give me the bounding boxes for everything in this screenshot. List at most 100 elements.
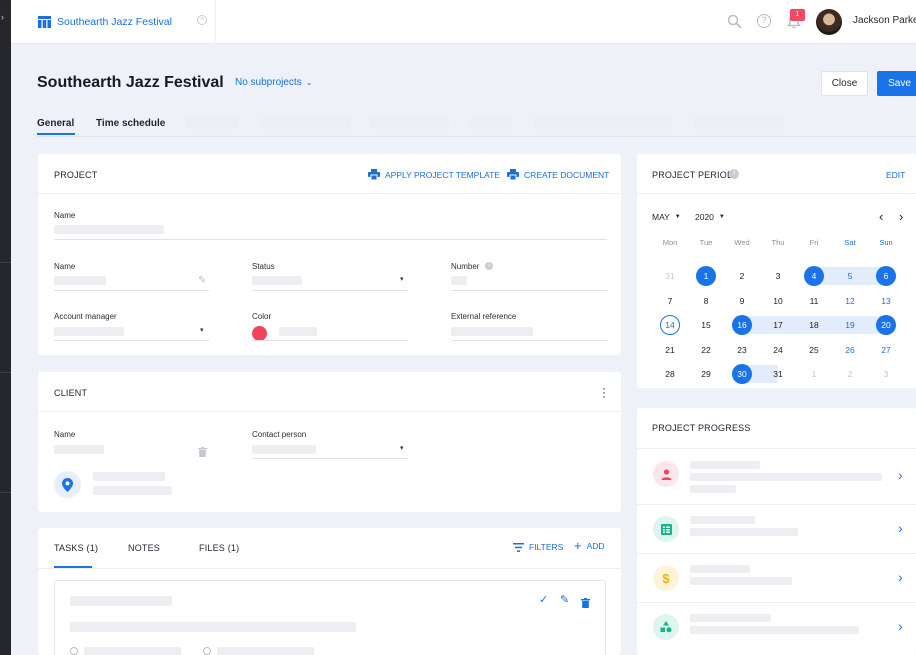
- calendar-day[interactable]: 3: [876, 364, 896, 384]
- progress-row[interactable]: ›: [637, 449, 916, 504]
- calendar-day[interactable]: 12: [840, 291, 860, 311]
- color-swatch[interactable]: [252, 326, 267, 341]
- tab-files[interactable]: FILES (1): [199, 543, 239, 553]
- tab-placeholder[interactable]: [534, 118, 672, 129]
- calendar-day[interactable]: 24: [768, 340, 788, 360]
- number-input[interactable]: [451, 276, 467, 285]
- calendar-day[interactable]: 2: [840, 364, 860, 384]
- caret-down-icon[interactable]: ▾: [200, 326, 204, 334]
- close-button[interactable]: Close: [821, 71, 868, 96]
- info-icon[interactable]: i: [729, 169, 739, 179]
- calendar-day[interactable]: 25: [804, 340, 824, 360]
- tab-notes[interactable]: NOTES: [128, 543, 160, 553]
- calendar-day[interactable]: 1: [696, 266, 716, 286]
- divider: [637, 193, 916, 194]
- external-reference-input[interactable]: [451, 327, 533, 336]
- app-title[interactable]: Southearth Jazz Festival: [57, 16, 172, 28]
- pencil-icon[interactable]: ✎: [560, 593, 569, 606]
- calendar-day[interactable]: 7: [660, 291, 680, 311]
- close-project-icon[interactable]: ×: [197, 15, 207, 25]
- calendar-day[interactable]: 11: [804, 291, 824, 311]
- calendar-day[interactable]: 22: [696, 340, 716, 360]
- chevron-right-icon[interactable]: ›: [898, 569, 903, 585]
- calendar-day[interactable]: 21: [660, 340, 680, 360]
- progress-row[interactable]: $ ›: [637, 554, 916, 602]
- calendar-day[interactable]: 5: [840, 266, 860, 286]
- caret-down-icon[interactable]: ▾: [400, 444, 404, 452]
- calendar-day[interactable]: 9: [732, 291, 752, 311]
- task-item[interactable]: ✓ ✎: [54, 580, 606, 655]
- name2-input[interactable]: [54, 276, 106, 285]
- chevron-right-icon[interactable]: ›: [1, 12, 4, 22]
- calendar-day[interactable]: 19: [840, 315, 860, 335]
- tab-time-schedule[interactable]: Time schedule: [96, 118, 165, 129]
- chevron-right-icon[interactable]: ›: [899, 209, 903, 224]
- month-label: MAY: [652, 212, 670, 222]
- calendar-day[interactable]: 1: [804, 364, 824, 384]
- chevron-right-icon[interactable]: ›: [898, 520, 903, 536]
- user-name[interactable]: Jackson Parke: [853, 15, 916, 26]
- calendar-day[interactable]: 15: [696, 315, 716, 335]
- calendar-day[interactable]: 17: [768, 315, 788, 335]
- edit-button[interactable]: EDIT: [886, 170, 905, 180]
- month-select[interactable]: MAY ▼: [652, 212, 681, 222]
- progress-row[interactable]: ›: [637, 603, 916, 655]
- save-button[interactable]: Save: [877, 71, 916, 96]
- calendar-day[interactable]: 23: [732, 340, 752, 360]
- progress-row[interactable]: ›: [637, 505, 916, 553]
- info-icon[interactable]: i: [485, 262, 493, 270]
- client-name-input[interactable]: [54, 445, 104, 454]
- pencil-icon[interactable]: ✎: [198, 275, 206, 286]
- calendar-day[interactable]: 14: [660, 315, 680, 335]
- more-vertical-icon[interactable]: · · ·: [602, 382, 606, 402]
- tab-general[interactable]: General: [37, 118, 74, 129]
- calendar-day[interactable]: 16: [732, 315, 752, 335]
- chevron-right-icon[interactable]: ›: [898, 467, 903, 483]
- tab-placeholder[interactable]: [370, 118, 449, 129]
- trash-icon[interactable]: [581, 595, 590, 613]
- filters-button[interactable]: FILTERS: [513, 542, 563, 552]
- calendar-day[interactable]: 18: [804, 315, 824, 335]
- year-select[interactable]: 2020 ▼: [695, 212, 725, 222]
- color-input[interactable]: [279, 327, 317, 336]
- trash-icon[interactable]: [198, 444, 207, 462]
- add-label: ADD: [586, 541, 605, 551]
- tab-placeholder[interactable]: [469, 118, 512, 129]
- calendar-day[interactable]: 20: [876, 315, 896, 335]
- name-input[interactable]: [54, 225, 164, 234]
- caret-down-icon[interactable]: ▾: [400, 275, 404, 283]
- calendar-day[interactable]: 27: [876, 340, 896, 360]
- chevron-left-icon[interactable]: ‹: [879, 209, 883, 224]
- tab-placeholder[interactable]: [186, 118, 238, 129]
- calendar-day[interactable]: 26: [840, 340, 860, 360]
- apply-template-button[interactable]: APPLY PROJECT TEMPLATE: [368, 169, 500, 180]
- project-period-card: PROJECT PERIOD i EDIT MAY ▼ 2020 ▼ ‹ › Mon…: [637, 154, 916, 388]
- help-icon[interactable]: ?: [757, 14, 771, 28]
- calendar-day[interactable]: 29: [696, 364, 716, 384]
- search-icon[interactable]: [727, 14, 742, 34]
- calendar-day[interactable]: 31: [660, 266, 680, 286]
- chevron-right-icon[interactable]: ›: [898, 618, 903, 634]
- filter-icon: [513, 542, 524, 552]
- contact-person-select[interactable]: [252, 445, 316, 454]
- account-manager-select[interactable]: [54, 327, 124, 336]
- calendar-day[interactable]: 31: [768, 364, 788, 384]
- create-document-button[interactable]: CREATE DOCUMENT: [507, 169, 609, 180]
- calendar-day[interactable]: 8: [696, 291, 716, 311]
- calendar-day[interactable]: 3: [768, 266, 788, 286]
- tab-placeholder[interactable]: [260, 118, 351, 129]
- calendar-day[interactable]: 4: [804, 266, 824, 286]
- avatar[interactable]: [816, 9, 842, 35]
- calendar-day[interactable]: 30: [732, 364, 752, 384]
- calendar-day[interactable]: 6: [876, 266, 896, 286]
- calendar-day[interactable]: 13: [876, 291, 896, 311]
- calendar-day[interactable]: 28: [660, 364, 680, 384]
- check-icon[interactable]: ✓: [539, 593, 548, 606]
- add-button[interactable]: + ADD: [574, 539, 605, 552]
- tab-tasks[interactable]: TASKS (1): [54, 543, 98, 553]
- calendar-day[interactable]: 2: [732, 266, 752, 286]
- subprojects-dropdown[interactable]: No subprojects ⌄: [235, 77, 312, 88]
- calendar-day[interactable]: 10: [768, 291, 788, 311]
- status-select[interactable]: [252, 276, 302, 285]
- tab-placeholder[interactable]: [694, 118, 784, 129]
